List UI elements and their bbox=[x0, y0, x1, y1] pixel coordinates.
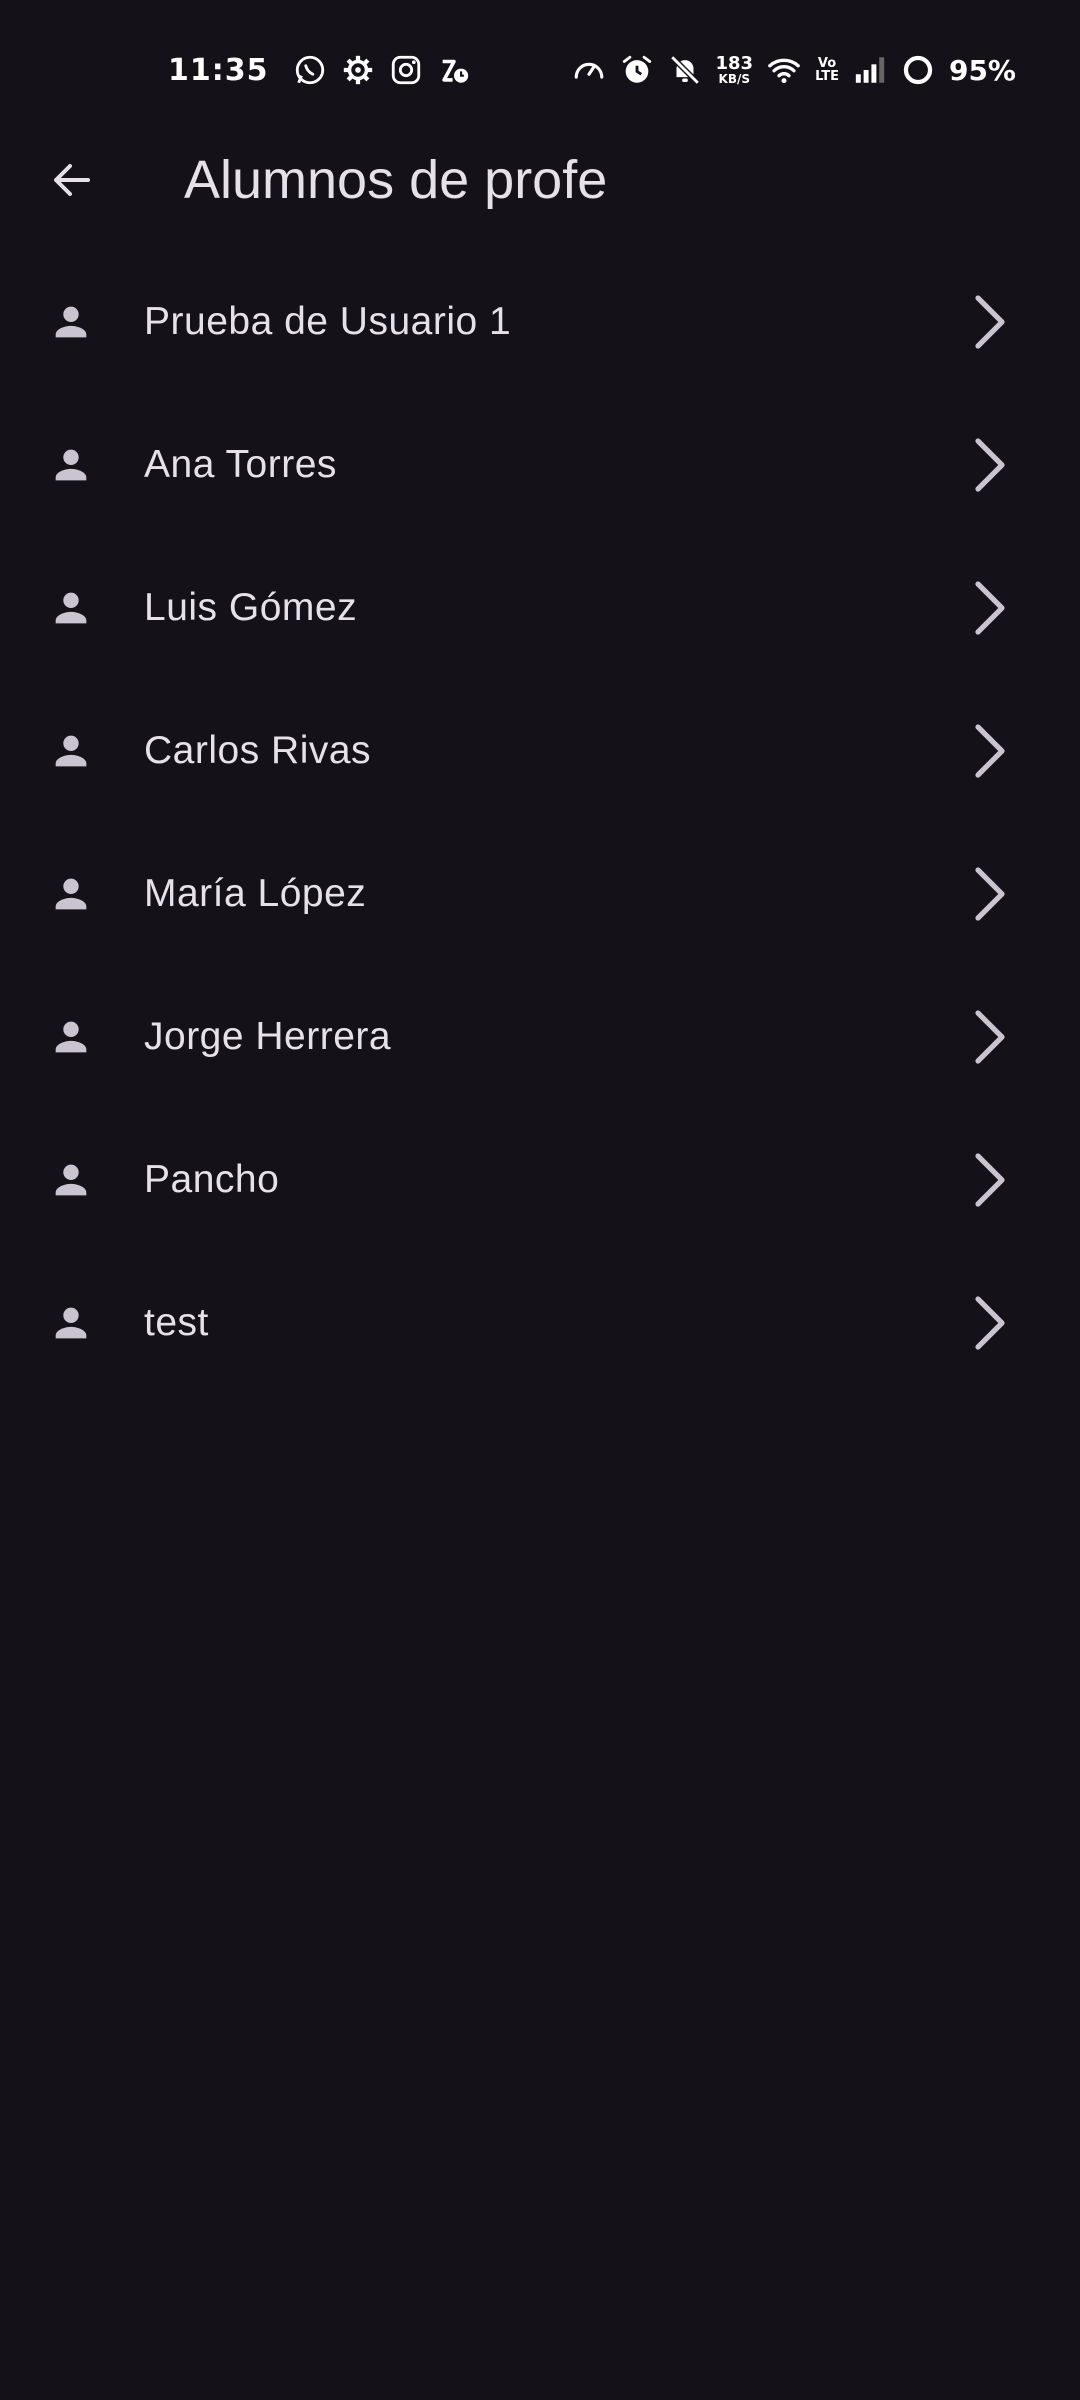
signal-icon bbox=[853, 53, 887, 87]
person-icon bbox=[48, 442, 94, 488]
alarm-icon bbox=[620, 53, 654, 87]
chevron-right-icon bbox=[964, 1293, 1016, 1353]
whatsapp-icon bbox=[293, 53, 327, 87]
list-item[interactable]: Carlos Rivas bbox=[0, 679, 1080, 822]
list-item[interactable]: María López bbox=[0, 822, 1080, 965]
status-bar: 11:35 183 KB/S Vo LTE 95% bbox=[0, 0, 1080, 140]
student-name: María López bbox=[144, 871, 367, 915]
student-name: Prueba de Usuario 1 bbox=[144, 299, 512, 343]
student-name: Pancho bbox=[144, 1157, 280, 1201]
chevron-right-icon bbox=[964, 1150, 1016, 1210]
chevron-right-icon bbox=[964, 578, 1016, 638]
app-bar: Alumnos de profe bbox=[0, 140, 1080, 220]
chevron-right-icon bbox=[964, 864, 1016, 924]
status-bar-right: 183 KB/S Vo LTE 95% bbox=[572, 53, 1016, 87]
chevron-right-icon bbox=[964, 292, 1016, 352]
arrow-back-icon bbox=[54, 164, 90, 196]
person-icon bbox=[48, 299, 94, 345]
person-icon bbox=[48, 1014, 94, 1060]
list-item[interactable]: Jorge Herrera bbox=[0, 965, 1080, 1108]
list-item[interactable]: Ana Torres bbox=[0, 393, 1080, 536]
list-item[interactable]: Luis Gómez bbox=[0, 536, 1080, 679]
settings-gear-icon bbox=[341, 53, 375, 87]
battery-icon bbox=[901, 53, 935, 87]
net-speed-indicator: 183 KB/S bbox=[715, 53, 754, 86]
screen: 11:35 183 KB/S Vo LTE 95% Alumnos de pro… bbox=[0, 0, 1080, 2400]
status-bar-left: 11:35 bbox=[168, 53, 471, 88]
student-name: Carlos Rivas bbox=[144, 728, 372, 772]
notifications-off-icon bbox=[668, 53, 702, 87]
person-icon bbox=[48, 1300, 94, 1346]
list-item[interactable]: test bbox=[0, 1251, 1080, 1394]
net-speed-value: 183 bbox=[715, 53, 754, 74]
chevron-right-icon bbox=[964, 435, 1016, 495]
chevron-right-icon bbox=[964, 721, 1016, 781]
app-notification-icon bbox=[437, 53, 471, 87]
list-item[interactable]: Pancho bbox=[0, 1108, 1080, 1251]
volte-indicator: Vo LTE bbox=[815, 57, 839, 83]
person-icon bbox=[48, 871, 94, 917]
person-icon bbox=[48, 1157, 94, 1203]
battery-percentage: 95% bbox=[948, 53, 1016, 87]
list-item[interactable]: Prueba de Usuario 1 bbox=[0, 250, 1080, 393]
page-title: Alumnos de profe bbox=[184, 150, 608, 210]
student-list: Prueba de Usuario 1 Ana Torres Luis Góme… bbox=[0, 250, 1080, 1394]
student-name: test bbox=[144, 1300, 209, 1344]
volte-bottom: LTE bbox=[815, 69, 839, 84]
student-name: Luis Gómez bbox=[144, 585, 358, 629]
back-button[interactable] bbox=[36, 144, 108, 216]
chevron-right-icon bbox=[964, 1007, 1016, 1067]
speedometer-icon bbox=[572, 53, 606, 87]
wifi-icon bbox=[767, 53, 801, 87]
person-icon bbox=[48, 728, 94, 774]
instagram-icon bbox=[389, 53, 423, 87]
status-time: 11:35 bbox=[168, 52, 269, 88]
net-speed-unit: KB/S bbox=[718, 72, 751, 86]
person-icon bbox=[48, 585, 94, 631]
student-name: Jorge Herrera bbox=[144, 1014, 392, 1058]
student-name: Ana Torres bbox=[144, 442, 337, 486]
